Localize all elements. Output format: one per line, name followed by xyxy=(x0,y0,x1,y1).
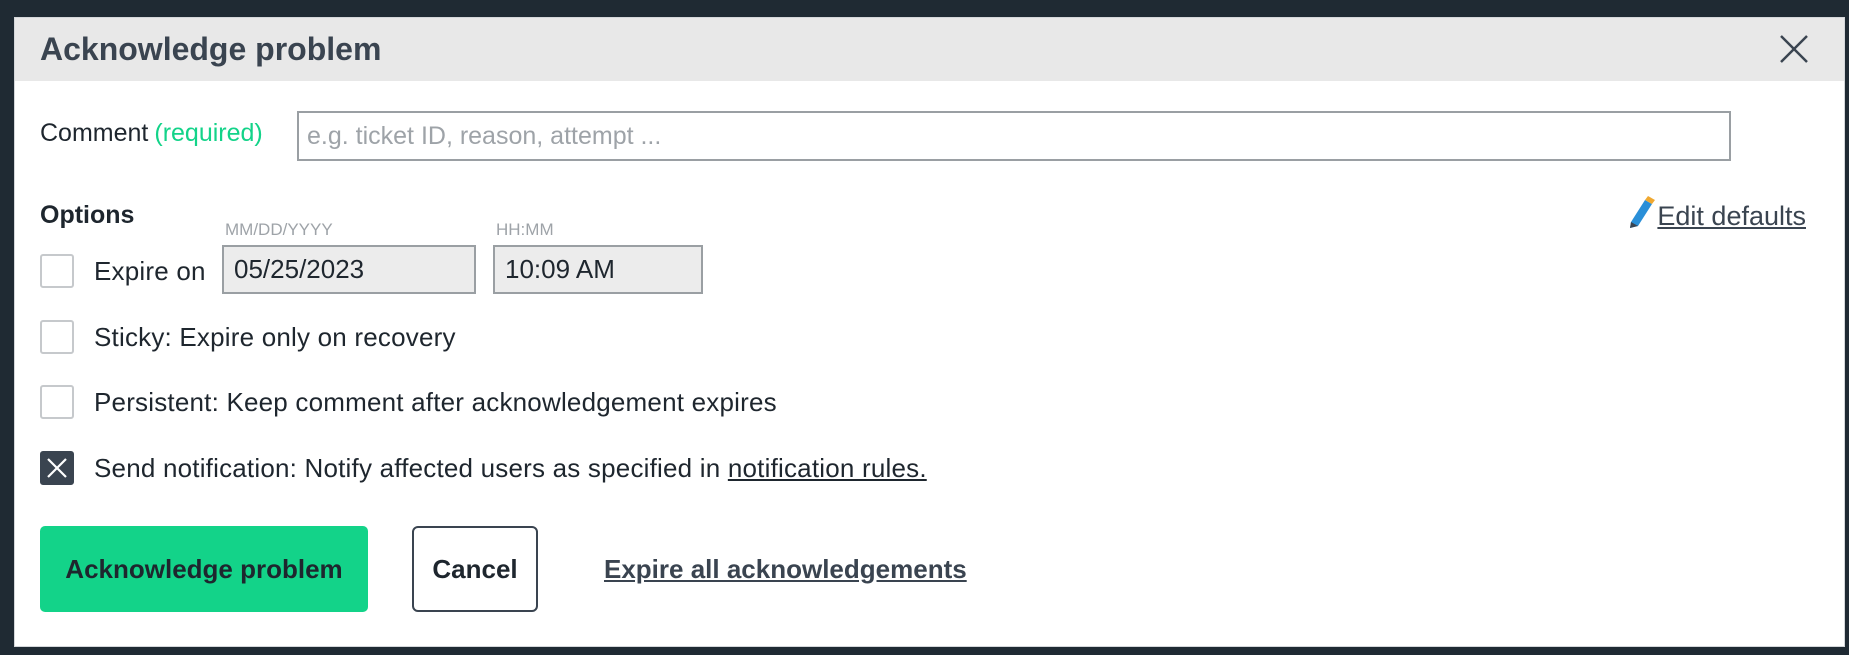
edit-defaults-label: Edit defaults xyxy=(1657,201,1806,231)
expire-on-row: Expire on xyxy=(40,254,206,288)
close-icon[interactable] xyxy=(1778,33,1810,65)
sticky-checkbox[interactable] xyxy=(40,320,74,354)
notification-rules-link[interactable]: notification rules. xyxy=(728,453,927,484)
notification-row: Send notification: Notify affected users… xyxy=(40,451,927,485)
date-format-hint: MM/DD/YYYY xyxy=(225,220,333,239)
comment-input[interactable] xyxy=(297,111,1731,161)
sticky-label: Sticky: Expire only on recovery xyxy=(94,321,456,352)
expire-date-input[interactable] xyxy=(222,245,476,294)
sticky-row: Sticky: Expire only on recovery xyxy=(40,320,456,354)
options-title: Options xyxy=(40,201,135,229)
acknowledge-dialog: Acknowledge problem Comment(required) Op… xyxy=(14,17,1845,647)
expire-on-label: Expire on xyxy=(94,255,206,286)
notification-label: Send notification: Notify affected users… xyxy=(94,452,721,483)
expire-on-checkbox[interactable] xyxy=(40,254,74,288)
dialog-header: Acknowledge problem xyxy=(15,18,1844,81)
check-x-icon xyxy=(47,458,67,478)
comment-label: Comment (required) xyxy=(40,119,263,148)
comment-label-text: Comment xyxy=(40,119,149,147)
time-format-hint: HH:MM xyxy=(496,220,554,239)
pencil-icon xyxy=(1625,196,1657,237)
expire-time-input[interactable] xyxy=(493,245,703,294)
edit-defaults-link[interactable]: Edit defaults xyxy=(1625,196,1806,237)
acknowledge-button[interactable]: Acknowledge problem xyxy=(40,526,368,612)
persistent-row: Persistent: Keep comment after acknowled… xyxy=(40,385,777,419)
expire-all-link[interactable]: Expire all acknowledgements xyxy=(604,554,967,585)
dialog-title: Acknowledge problem xyxy=(40,31,382,67)
persistent-checkbox[interactable] xyxy=(40,385,74,419)
notification-checkbox[interactable] xyxy=(40,451,74,485)
required-indicator: (required) xyxy=(154,119,263,147)
cancel-button[interactable]: Cancel xyxy=(412,526,538,612)
persistent-label: Persistent: Keep comment after acknowled… xyxy=(94,386,777,417)
